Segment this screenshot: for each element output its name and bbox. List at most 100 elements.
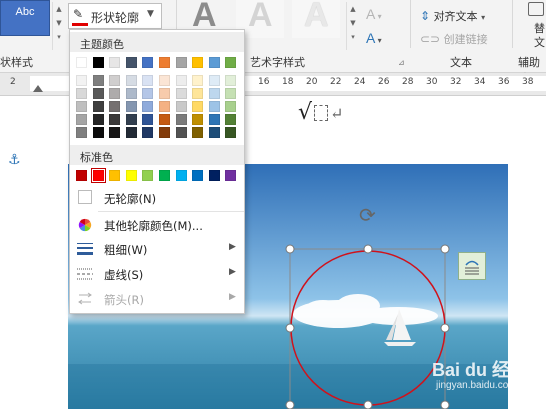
- text-fill-button[interactable]: A ▾: [366, 6, 382, 22]
- wordart-style-3[interactable]: A: [292, 0, 340, 38]
- dashes-option[interactable]: 虚线(S) ▶: [70, 262, 244, 286]
- standard-color-swatch[interactable]: [208, 170, 220, 181]
- rotate-handle-icon[interactable]: ⟳: [359, 203, 376, 227]
- theme-color-shade-swatch[interactable]: [76, 114, 87, 125]
- standard-color-swatch[interactable]: [125, 170, 137, 181]
- theme-color-swatch[interactable]: [109, 57, 121, 68]
- scroll-down-icon[interactable]: ▼: [347, 16, 359, 30]
- wordart-gallery-scroll[interactable]: ▲ ▼ ▾: [346, 2, 359, 50]
- theme-color-shade-swatch[interactable]: [142, 114, 154, 125]
- resize-handle[interactable]: [285, 323, 295, 333]
- standard-color-swatch[interactable]: [225, 170, 237, 181]
- gallery-more-icon[interactable]: ▾: [53, 30, 65, 44]
- equation-placeholder-box[interactable]: [314, 105, 329, 121]
- theme-color-shade-swatch[interactable]: [109, 75, 121, 86]
- theme-color-shade-swatch[interactable]: [208, 127, 220, 138]
- equation[interactable]: √ ↵: [298, 100, 343, 125]
- text-effects-button[interactable]: A ▾: [366, 30, 382, 46]
- theme-color-swatch[interactable]: [208, 57, 220, 68]
- theme-color-shade-swatch[interactable]: [109, 101, 121, 112]
- theme-color-shade-swatch[interactable]: [142, 101, 154, 112]
- theme-color-shade-swatch[interactable]: [159, 75, 170, 86]
- theme-color-swatch[interactable]: [175, 57, 187, 68]
- resize-handle[interactable]: [440, 244, 450, 254]
- theme-color-shade-swatch[interactable]: [192, 101, 204, 112]
- theme-color-shade-swatch[interactable]: [175, 127, 187, 138]
- theme-color-shade-swatch[interactable]: [92, 88, 104, 99]
- scroll-up-icon[interactable]: ▲: [53, 2, 65, 16]
- theme-color-shade-swatch[interactable]: [125, 127, 137, 138]
- shape-style-preset[interactable]: Abc: [0, 0, 50, 36]
- theme-color-shade-swatch[interactable]: [109, 114, 121, 125]
- theme-color-swatch[interactable]: [142, 57, 154, 68]
- theme-color-shade-swatch[interactable]: [208, 75, 220, 86]
- shape-outline-button[interactable]: ✎ 形状轮廓 ▼: [68, 3, 162, 29]
- standard-color-swatch[interactable]: [90, 168, 106, 183]
- theme-color-shade-swatch[interactable]: [125, 75, 137, 86]
- theme-color-shade-swatch[interactable]: [76, 88, 87, 99]
- theme-color-shade-swatch[interactable]: [175, 114, 187, 125]
- style-gallery-scroll[interactable]: ▲ ▼ ▾: [52, 2, 65, 50]
- theme-color-swatch[interactable]: [92, 57, 104, 68]
- resize-handle[interactable]: [363, 400, 373, 409]
- theme-color-shade-swatch[interactable]: [208, 88, 220, 99]
- theme-color-shade-swatch[interactable]: [92, 101, 104, 112]
- theme-color-shade-swatch[interactable]: [175, 75, 187, 86]
- align-text-button[interactable]: ⇕ 对齐文本 ▾: [420, 8, 485, 24]
- theme-color-shade-swatch[interactable]: [225, 101, 237, 112]
- standard-color-swatch[interactable]: [109, 170, 121, 181]
- theme-color-shade-swatch[interactable]: [192, 75, 204, 86]
- standard-color-swatch[interactable]: [76, 170, 87, 181]
- theme-color-shade-swatch[interactable]: [92, 75, 104, 86]
- theme-color-shade-swatch[interactable]: [76, 101, 87, 112]
- theme-color-shade-swatch[interactable]: [76, 127, 87, 138]
- theme-color-shade-swatch[interactable]: [225, 75, 237, 86]
- theme-color-shade-swatch[interactable]: [92, 114, 104, 125]
- theme-color-shade-swatch[interactable]: [192, 114, 204, 125]
- create-link-button[interactable]: ⊂⊃ 创建链接: [420, 31, 488, 47]
- scroll-down-icon[interactable]: ▼: [53, 16, 65, 30]
- weight-option[interactable]: 粗细(W) ▶: [70, 237, 244, 261]
- theme-color-shade-swatch[interactable]: [208, 101, 220, 112]
- theme-color-shade-swatch[interactable]: [125, 88, 137, 99]
- theme-color-shade-swatch[interactable]: [142, 88, 154, 99]
- theme-color-shade-swatch[interactable]: [225, 127, 237, 138]
- arrows-option[interactable]: 箭头(R) ▶: [70, 287, 244, 311]
- more-outline-colors-option[interactable]: 其他轮廓颜色(M)...: [70, 213, 244, 237]
- theme-color-shade-swatch[interactable]: [92, 127, 104, 138]
- resize-handle[interactable]: [440, 323, 450, 333]
- standard-color-swatch[interactable]: [175, 170, 187, 181]
- theme-color-swatch[interactable]: [76, 57, 87, 68]
- resize-handle[interactable]: [285, 400, 295, 409]
- theme-color-shade-swatch[interactable]: [159, 114, 170, 125]
- theme-color-shade-swatch[interactable]: [125, 101, 137, 112]
- theme-color-shade-swatch[interactable]: [159, 127, 170, 138]
- theme-color-shade-swatch[interactable]: [142, 75, 154, 86]
- theme-color-shade-swatch[interactable]: [159, 88, 170, 99]
- theme-color-shade-swatch[interactable]: [175, 88, 187, 99]
- theme-color-shade-swatch[interactable]: [76, 75, 87, 86]
- theme-color-shade-swatch[interactable]: [225, 88, 237, 99]
- theme-color-shade-swatch[interactable]: [225, 114, 237, 125]
- anchor-icon[interactable]: ⚓: [8, 152, 21, 168]
- standard-color-swatch[interactable]: [192, 170, 204, 181]
- gallery-more-icon[interactable]: ▾: [347, 30, 359, 44]
- theme-color-shade-swatch[interactable]: [159, 101, 170, 112]
- dialog-launcher-icon[interactable]: ⊿: [398, 58, 405, 67]
- theme-color-swatch[interactable]: [192, 57, 204, 68]
- theme-color-shade-swatch[interactable]: [192, 127, 204, 138]
- resize-handle[interactable]: [285, 244, 295, 254]
- circle-shape[interactable]: [290, 250, 446, 406]
- theme-color-shade-swatch[interactable]: [192, 88, 204, 99]
- resize-handle[interactable]: [363, 244, 373, 254]
- standard-color-swatch[interactable]: [159, 170, 170, 181]
- alt-text-button[interactable]: 替 文: [524, 2, 546, 50]
- theme-color-swatch[interactable]: [125, 57, 137, 68]
- standard-color-swatch[interactable]: [142, 170, 154, 181]
- theme-color-shade-swatch[interactable]: [109, 127, 121, 138]
- selected-shape[interactable]: [284, 204, 454, 409]
- scroll-up-icon[interactable]: ▲: [347, 2, 359, 16]
- theme-color-shade-swatch[interactable]: [208, 114, 220, 125]
- resize-handle[interactable]: [440, 400, 450, 409]
- theme-color-shade-swatch[interactable]: [125, 114, 137, 125]
